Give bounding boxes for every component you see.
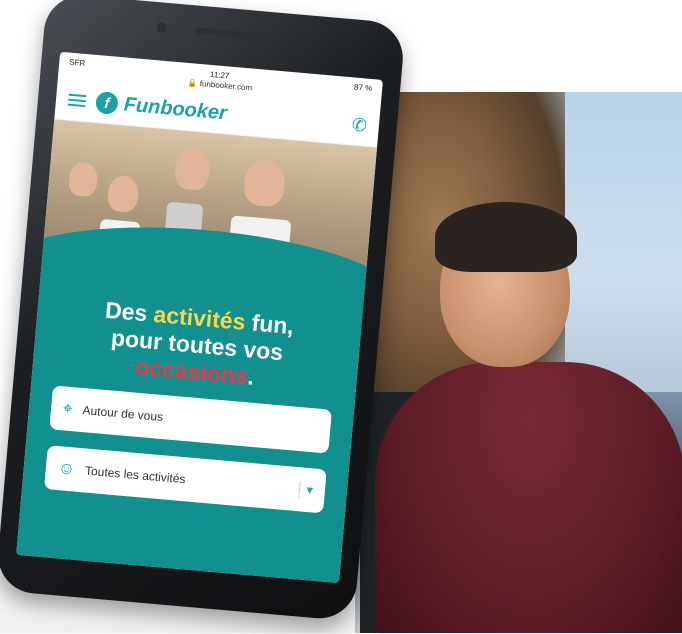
photo-sweater	[375, 362, 682, 633]
carrier-label: SFR	[68, 57, 86, 68]
hero-panel: Des activités fun, pour toutes vos occas…	[16, 212, 383, 584]
location-pin-icon: ⌖	[62, 398, 74, 419]
location-input[interactable]: ⌖ Autour de vous	[49, 385, 333, 454]
phone-mockup: SFR 11:27 87 % 🔒 funbooker.com f Funbook…	[0, 0, 431, 634]
logo-text: Funbooker	[122, 93, 228, 124]
smiley-icon: ☺	[57, 458, 77, 479]
speaker-grille	[194, 27, 255, 39]
phone-icon[interactable]: ✆	[351, 114, 368, 136]
phone-body: SFR 11:27 87 % 🔒 funbooker.com f Funbook…	[0, 0, 406, 622]
site-logo[interactable]: f Funbooker	[94, 91, 228, 125]
menu-icon[interactable]	[67, 93, 87, 108]
phone-screen: SFR 11:27 87 % 🔒 funbooker.com f Funbook…	[16, 51, 383, 584]
logo-mark: f	[94, 91, 119, 115]
lock-icon: 🔒	[187, 77, 198, 88]
status-time: 11:27	[209, 69, 230, 81]
activity-select[interactable]: ☺ Toutes les activités ▾	[44, 445, 327, 514]
location-placeholder: Autour de vous	[82, 403, 164, 425]
camera-icon	[156, 22, 168, 33]
battery-label: 87 %	[353, 81, 373, 93]
photo-hair	[435, 202, 577, 272]
chevron-down-icon[interactable]: ▾	[298, 481, 314, 499]
activity-value: Toutes les activités	[84, 463, 187, 487]
